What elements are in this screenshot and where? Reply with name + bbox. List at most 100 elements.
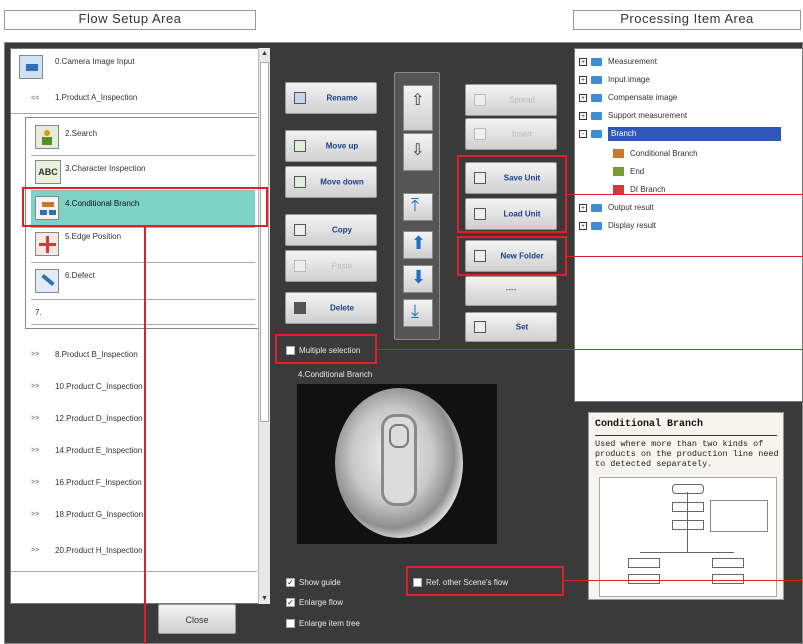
insert-button[interactable]: Insert — [465, 118, 557, 150]
guide-title: Conditional Branch — [595, 419, 704, 430]
scroll-up-icon[interactable]: ▲ — [261, 50, 268, 57]
spread-button[interactable]: Spread — [465, 84, 557, 116]
flow-unit-search[interactable]: 2.Search — [31, 121, 255, 156]
tree-item-label: Input image — [608, 75, 650, 84]
rename-button[interactable]: Rename — [285, 82, 377, 114]
leader-line — [564, 580, 803, 581]
leader-line — [144, 227, 146, 644]
tree-item-input-image[interactable]: + Input image — [579, 73, 650, 87]
expand-icon[interactable]: >> — [31, 479, 39, 486]
guide-panel: Conditional Branch Used where more than … — [588, 412, 784, 600]
show-guide-checkbox[interactable]: ✓ — [286, 578, 295, 587]
separator-button[interactable]: ---- — [465, 276, 557, 306]
move-out-button[interactable]: ⇩ — [403, 133, 433, 171]
tree-item-output-result[interactable]: + Output result — [579, 201, 654, 215]
flow-item-product-c-inspection[interactable]: >> 10.Product C_Inspection — [11, 371, 257, 404]
bottom-arrow-icon: ⤓ — [411, 301, 419, 321]
up-arrow-icon: ⬆ — [411, 233, 427, 253]
set-label: Set — [515, 322, 529, 332]
expand-icon[interactable]: >> — [31, 383, 39, 390]
scrollbar-thumb[interactable] — [260, 62, 269, 422]
expand-icon[interactable]: + — [579, 203, 587, 212]
tree-item-label: Branch — [608, 127, 781, 141]
flow-item-label: 2.Search — [65, 129, 98, 138]
collapse-icon[interactable]: << — [31, 95, 39, 102]
move-up-button[interactable]: Move up — [285, 130, 377, 162]
copy-label: Copy — [332, 225, 352, 235]
copy-button[interactable]: Copy — [285, 214, 377, 246]
close-button[interactable]: Close — [158, 604, 236, 634]
collapse-icon[interactable]: - — [579, 129, 587, 138]
flow-item-product-h-inspection[interactable]: >> 20.Product H_Inspection — [11, 531, 257, 572]
move-into-button[interactable]: ⇧ — [403, 85, 433, 131]
paste-button[interactable]: Paste — [285, 250, 377, 282]
expand-icon[interactable]: + — [579, 75, 587, 84]
callout-ref-other-scene — [406, 566, 564, 596]
edge-position-icon — [35, 232, 59, 256]
set-button[interactable]: Set — [465, 312, 557, 342]
flow-item-product-b-inspection[interactable]: >> 8.Product B_Inspection — [11, 339, 257, 372]
leader-line — [567, 256, 803, 257]
flow-item-label: 12.Product D_Inspection — [55, 414, 143, 423]
camera-icon — [19, 55, 43, 79]
expand-icon[interactable]: >> — [31, 415, 39, 422]
scroll-down-icon[interactable]: ▼ — [261, 595, 268, 602]
flow-item-label: 5.Edge Position — [65, 232, 122, 241]
spread-label: Spread — [509, 95, 535, 105]
expand-icon[interactable]: + — [579, 221, 587, 230]
flow-item-label: 6.Defect — [65, 271, 95, 280]
move-down-one-button[interactable]: ⬇ — [403, 265, 433, 293]
flow-item-label: 10.Product C_Inspection — [55, 382, 143, 391]
flow-item-product-e-inspection[interactable]: >> 14.Product E_Inspection — [11, 435, 257, 468]
enlarge-flow-checkbox[interactable]: ✓ — [286, 598, 295, 607]
flow-item-camera-image-input[interactable]: 0.Camera Image Input — [11, 49, 257, 84]
flow-item-product-g-inspection[interactable]: >> 18.Product G_Inspection — [11, 499, 257, 532]
callout-multiple-selection — [275, 334, 377, 364]
move-to-bottom-button[interactable]: ⤓ — [403, 299, 433, 327]
folder-icon — [591, 111, 602, 120]
flow-setup-panel: 0.Camera Image Input << 1.Product A_Insp… — [10, 48, 270, 604]
folder-icon — [591, 203, 602, 212]
flow-unit-character-inspection[interactable]: ABC 3.Character Inspection — [31, 156, 255, 191]
flow-item-label: 20.Product H_Inspection — [55, 546, 143, 555]
expand-icon[interactable]: + — [579, 57, 587, 66]
arrow-control-panel: ⇧ ⇩ ⤒ ⬆ ⬇ ⤓ — [394, 72, 440, 340]
tree-item-label: Output result — [608, 203, 654, 212]
move-to-top-button[interactable]: ⤒ — [403, 193, 433, 221]
folder-icon — [591, 129, 602, 138]
enlarge-item-tree-checkbox[interactable] — [286, 619, 295, 628]
expand-icon[interactable]: >> — [31, 547, 39, 554]
show-guide-label: Show guide — [299, 578, 341, 587]
leader-line — [377, 349, 803, 350]
move-down-button[interactable]: Move down — [285, 166, 377, 198]
move-down-label: Move down — [320, 177, 364, 187]
delete-button[interactable]: Delete — [285, 292, 377, 324]
flow-item-product-f-inspection[interactable]: >> 16.Product F_Inspection — [11, 467, 257, 500]
expand-icon[interactable]: >> — [31, 351, 39, 358]
flow-item-product-d-inspection[interactable]: >> 12.Product D_Inspection — [11, 403, 257, 436]
flow-unit-edge-position[interactable]: 5.Edge Position — [31, 228, 255, 263]
arrow-down-icon: ⇩ — [411, 142, 425, 159]
tree-item-end[interactable]: End — [613, 165, 644, 179]
preview-image — [297, 384, 497, 544]
paste-label: Paste — [331, 261, 353, 271]
tree-item-support-measurement[interactable]: + Support measurement — [579, 109, 687, 123]
flow-unit-empty[interactable]: 7. — [31, 300, 255, 325]
folder-icon — [591, 57, 602, 66]
move-up-one-button[interactable]: ⬆ — [403, 231, 433, 259]
expand-icon[interactable]: >> — [31, 511, 39, 518]
tree-item-label: Support measurement — [608, 111, 688, 120]
tree-item-measurement[interactable]: + Measurement — [579, 55, 657, 69]
expand-icon[interactable]: + — [579, 93, 587, 102]
expand-icon[interactable]: + — [579, 111, 587, 120]
tree-item-conditional-branch[interactable]: Conditional Branch — [613, 147, 698, 161]
flow-item-label: 14.Product E_Inspection — [55, 446, 143, 455]
flow-unit-defect[interactable]: 6.Defect — [31, 263, 255, 300]
tree-item-branch[interactable]: - Branch — [579, 127, 781, 141]
expand-icon[interactable]: >> — [31, 447, 39, 454]
branch-icon — [613, 149, 624, 159]
tree-item-compensate-image[interactable]: + Compensate image — [579, 91, 677, 105]
tree-item-display-result[interactable]: + Display result — [579, 219, 656, 233]
flow-item-product-a-inspection[interactable]: << 1.Product A_Inspection — [11, 83, 257, 114]
flow-scrollbar[interactable]: ▲ ▼ — [258, 48, 270, 604]
